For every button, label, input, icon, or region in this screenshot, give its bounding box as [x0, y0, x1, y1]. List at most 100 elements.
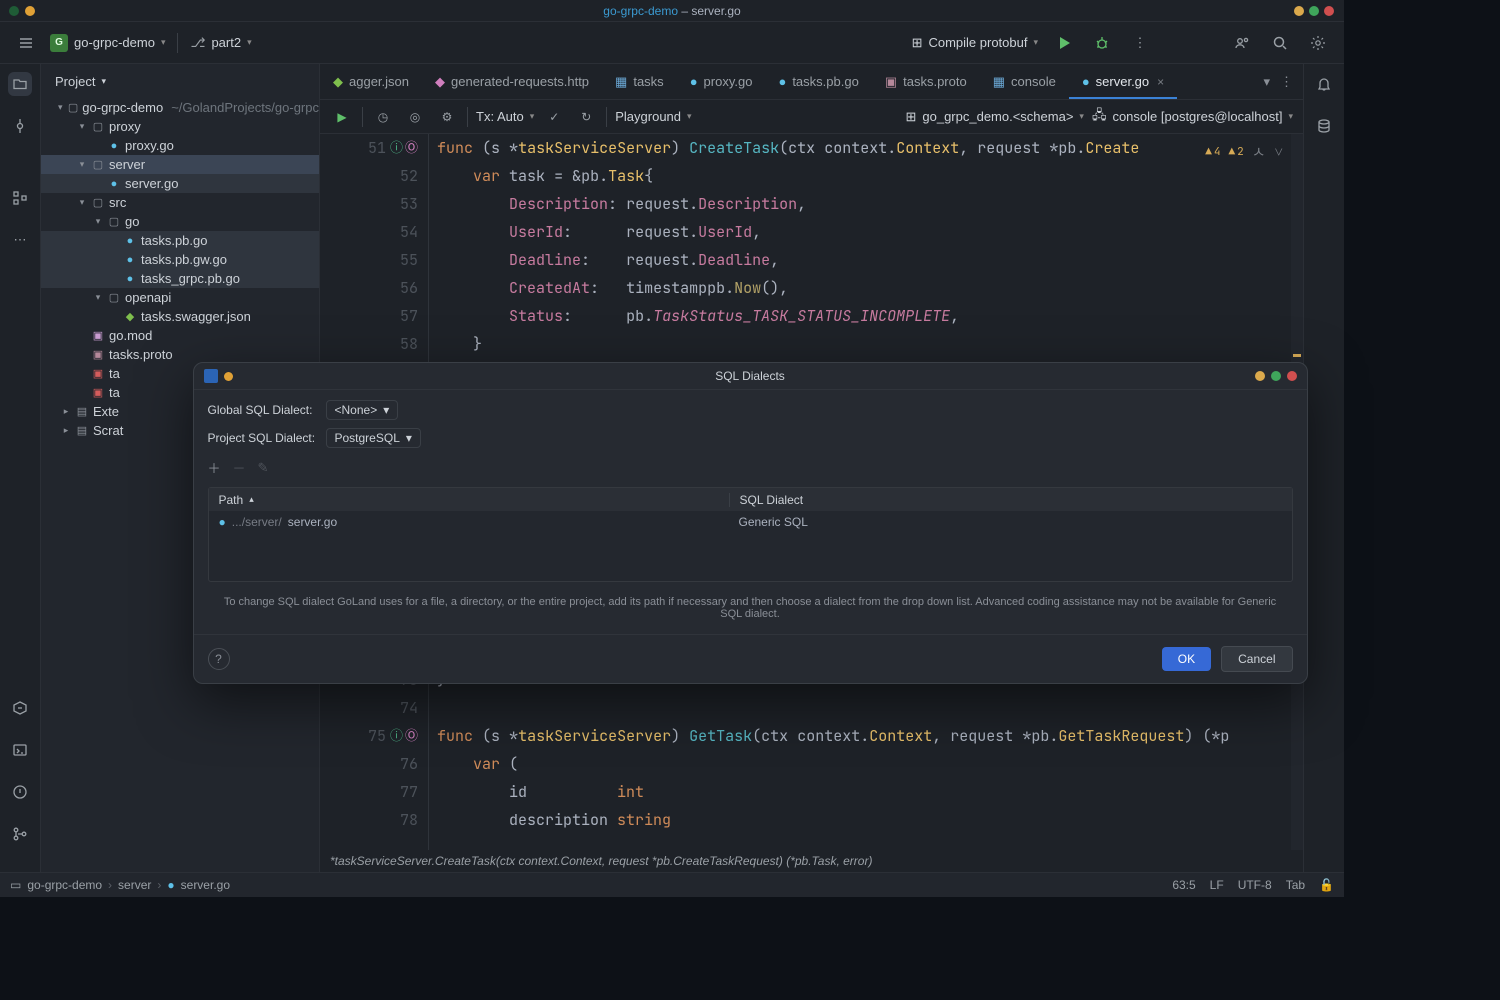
playground-selector[interactable]: Playground ▾ — [615, 109, 691, 124]
tree-node[interactable]: ●tasks.pb.gw.go — [41, 250, 319, 269]
tree-node[interactable]: ●tasks.pb.go — [41, 231, 319, 250]
rollback-icon[interactable]: ↻ — [574, 105, 598, 129]
goland-logo-dot — [9, 6, 19, 16]
help-icon[interactable]: ? — [208, 648, 230, 670]
close-tab-icon[interactable]: × — [1157, 75, 1164, 89]
indent[interactable]: Tab — [1286, 878, 1305, 892]
col-path[interactable]: Path ▴ — [209, 493, 729, 507]
project-sidebar-header[interactable]: Project▾ — [41, 64, 319, 98]
branch-icon: ⎇ — [190, 35, 205, 51]
traffic-min[interactable] — [1294, 6, 1304, 16]
editor-tabs: ◆agger.json◆generated-requests.http▦task… — [320, 64, 1303, 100]
tree-node[interactable]: ▾▢proxy — [41, 117, 319, 136]
breadcrumb-signature: *taskServiceServer.CreateTask(ctx contex… — [320, 850, 1303, 872]
terminal-tool-icon[interactable] — [8, 738, 32, 762]
tab-more-icon[interactable]: ⋮ — [1280, 74, 1293, 90]
project-selector[interactable]: G go-grpc-demo▾ — [50, 34, 165, 52]
edit-path-icon: ✎ — [258, 460, 269, 476]
commit-tool-icon[interactable] — [8, 114, 32, 138]
readonly-lock-icon[interactable]: 🔓 — [1319, 878, 1334, 892]
run-query-icon[interactable]: ▶ — [330, 105, 354, 129]
structure-tool-icon[interactable] — [8, 186, 32, 210]
tab-dropdown-icon[interactable]: ▾ — [1263, 74, 1270, 90]
hamburger-icon[interactable] — [14, 31, 38, 55]
dialog-min[interactable] — [1255, 371, 1265, 381]
titlebar: go-grpc-demo – server.go — [0, 0, 1344, 22]
tab[interactable]: ●server.go× — [1069, 64, 1177, 99]
dialog-max[interactable] — [1271, 371, 1281, 381]
editor-toolbar: ▶ ◷ ◎ ⚙ Tx: Auto ▾ ✓ ↻ Playground ▾ ⊞ go… — [320, 100, 1303, 134]
console-selector[interactable]: 🖧 console [postgres@localhost] ▾ — [1092, 106, 1293, 128]
tab[interactable]: ●tasks.pb.go — [765, 64, 871, 99]
more-icon[interactable]: ⋮ — [1128, 31, 1152, 55]
tree-node[interactable]: ●server.go — [41, 174, 319, 193]
tx-mode-selector[interactable]: Tx: Auto ▾ — [476, 109, 534, 124]
table-row[interactable]: ● .../server/server.go Generic SQL — [209, 511, 1292, 533]
tab[interactable]: ◆agger.json — [320, 64, 422, 99]
database-tool-icon[interactable] — [1312, 114, 1336, 138]
left-tool-rail: ⋯ — [0, 64, 41, 872]
tree-node[interactable]: ▣go.mod — [41, 326, 319, 345]
schema-selector[interactable]: ⊞ go_grpc_demo.<schema> ▾ — [905, 109, 1083, 125]
inspection-widget[interactable]: ▲4 ▲2 ㅅ ˅ — [1205, 138, 1283, 166]
dialect-table: Path ▴ SQL Dialect ● .../server/server.g… — [208, 487, 1293, 582]
tree-node[interactable]: ▾▢openapi — [41, 288, 319, 307]
dialog-title: SQL Dialects — [715, 369, 785, 383]
search-icon[interactable] — [1268, 31, 1292, 55]
encoding[interactable]: UTF-8 — [1238, 878, 1272, 892]
tab[interactable]: ◆generated-requests.http — [422, 64, 602, 99]
add-path-icon[interactable]: ＋ — [208, 458, 221, 477]
gear-icon[interactable] — [1306, 31, 1330, 55]
dirty-dot — [224, 372, 233, 381]
tree-node[interactable]: ▾▢src — [41, 193, 319, 212]
main-toolbar: G go-grpc-demo▾ ⎇ part2▾ ⊞ Compile proto… — [0, 22, 1344, 64]
notifications-icon[interactable] — [1312, 72, 1336, 96]
cancel-button[interactable]: Cancel — [1221, 646, 1292, 672]
tab[interactable]: ▦tasks — [602, 64, 677, 99]
more-tools-icon[interactable]: ⋯ — [8, 228, 32, 252]
project-tool-icon[interactable] — [8, 72, 32, 96]
tree-node[interactable]: ▾▢server — [41, 155, 319, 174]
explain-icon[interactable]: ◎ — [403, 105, 427, 129]
tree-node[interactable]: ▾▢go — [41, 212, 319, 231]
commit-icon[interactable]: ✓ — [542, 105, 566, 129]
global-dialect-select[interactable]: <None>▾ — [326, 400, 399, 420]
tree-node[interactable]: ●tasks_grpc.pb.go — [41, 269, 319, 288]
status-bar: ▭go-grpc-demo› server› ● server.go 63:5 … — [0, 872, 1344, 897]
branch-selector[interactable]: ⎇ part2▾ — [190, 35, 251, 51]
sql-dialects-dialog: SQL Dialects Global SQL Dialect: <None>▾… — [193, 362, 1308, 684]
traffic-close[interactable] — [1324, 6, 1334, 16]
tree-node[interactable]: ◆tasks.swagger.json — [41, 307, 319, 326]
tree-node[interactable]: ▾▢go-grpc-demo~/GolandProjects/go-grpc — [41, 98, 319, 117]
tab[interactable]: ▦console — [980, 64, 1069, 99]
project-dialect-label: Project SQL Dialect: — [208, 431, 316, 445]
window-title: go-grpc-demo – server.go — [603, 4, 740, 18]
history-icon[interactable]: ◷ — [371, 105, 395, 129]
nav-breadcrumbs[interactable]: ▭go-grpc-demo› server› ● server.go — [10, 878, 230, 892]
remove-path-icon: － — [233, 458, 246, 477]
package-icon: ⊞ — [912, 35, 923, 51]
services-tool-icon[interactable] — [8, 696, 32, 720]
run-config-selector[interactable]: ⊞ Compile protobuf▾ — [912, 35, 1038, 51]
collab-icon[interactable] — [1230, 31, 1254, 55]
dialog-close[interactable] — [1287, 371, 1297, 381]
vcs-tool-icon[interactable] — [8, 822, 32, 846]
global-dialect-label: Global SQL Dialect: — [208, 403, 316, 417]
problems-tool-icon[interactable] — [8, 780, 32, 804]
col-dialect[interactable]: SQL Dialect — [729, 493, 1292, 507]
debug-icon[interactable] — [1090, 31, 1114, 55]
project-dialect-select[interactable]: PostgreSQL▾ — [326, 428, 421, 448]
right-tool-rail — [1303, 64, 1344, 872]
line-sep[interactable]: LF — [1210, 878, 1224, 892]
tree-node[interactable]: ●proxy.go — [41, 136, 319, 155]
ok-button[interactable]: OK — [1162, 647, 1211, 671]
tab[interactable]: ▣tasks.proto — [872, 64, 980, 99]
traffic-max[interactable] — [1309, 6, 1319, 16]
tab[interactable]: ●proxy.go — [677, 64, 766, 99]
dialog-hint: To change SQL dialect GoLand uses for a … — [208, 590, 1293, 630]
goland-icon — [204, 369, 218, 383]
settings-small-icon[interactable]: ⚙ — [435, 105, 459, 129]
run-icon[interactable] — [1052, 31, 1076, 55]
caret-position[interactable]: 63:5 — [1172, 878, 1195, 892]
dirty-indicator — [25, 6, 35, 16]
